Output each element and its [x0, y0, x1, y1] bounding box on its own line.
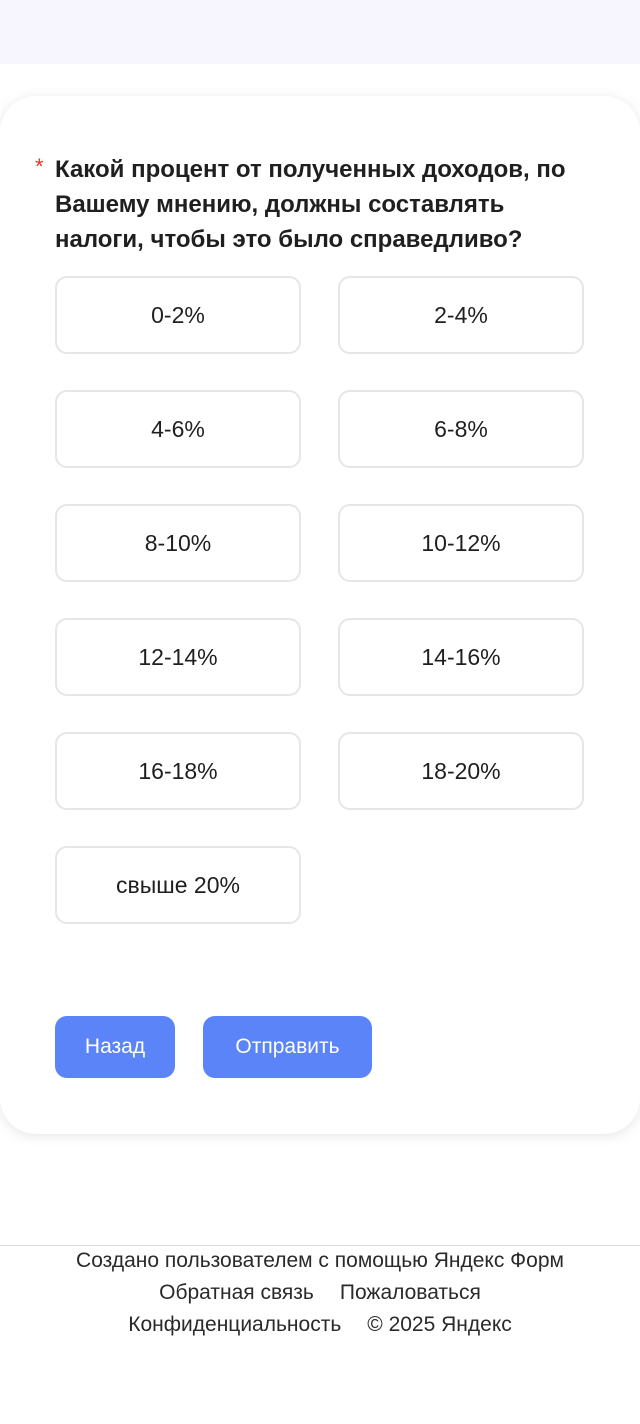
option-4-6[interactable]: 4-6%	[55, 390, 301, 468]
privacy-link[interactable]: Конфиденциальность	[128, 1313, 341, 1336]
option-12-14[interactable]: 12-14%	[55, 618, 301, 696]
option-8-10[interactable]: 8-10%	[55, 504, 301, 582]
option-label: 16-18%	[138, 757, 218, 784]
option-label: 0-2%	[151, 301, 205, 328]
option-over-20[interactable]: свыше 20%	[55, 846, 301, 924]
option-6-8[interactable]: 6-8%	[338, 390, 584, 468]
feedback-link[interactable]: Обратная связь	[159, 1281, 314, 1304]
footer-created-by: Создано пользователем с помощью Яндекс Ф…	[76, 1249, 564, 1272]
option-label: 8-10%	[144, 529, 212, 556]
option-18-20[interactable]: 18-20%	[338, 732, 584, 810]
option-0-2[interactable]: 0-2%	[55, 276, 301, 354]
top-bar	[0, 0, 640, 64]
option-label: 14-16%	[421, 643, 501, 670]
option-label: 18-20%	[421, 757, 501, 784]
option-2-4[interactable]: 2-4%	[338, 276, 584, 354]
option-label: 2-4%	[434, 301, 488, 328]
option-label: 12-14%	[138, 643, 218, 670]
option-label: 10-12%	[421, 529, 501, 556]
option-label: свыше 20%	[116, 871, 240, 898]
option-label: 6-8%	[434, 415, 488, 442]
option-label: 4-6%	[151, 415, 205, 442]
complain-link[interactable]: Пожаловаться	[340, 1281, 481, 1304]
footer-links-row-2: Конфиденциальность © 2025 Яндекс	[0, 1310, 640, 1340]
option-16-18[interactable]: 16-18%	[55, 732, 301, 810]
submit-button[interactable]: Отправить	[203, 1016, 372, 1078]
question-text: Какой процент от полученных доходов, по …	[55, 156, 566, 253]
required-marker: *	[35, 154, 44, 179]
option-10-12[interactable]: 10-12%	[338, 504, 584, 582]
option-14-16[interactable]: 14-16%	[338, 618, 584, 696]
copyright: © 2025 Яндекс	[367, 1313, 512, 1336]
back-button[interactable]: Назад	[55, 1016, 175, 1078]
footer-links-row-1: Обратная связь Пожаловаться	[0, 1278, 640, 1308]
